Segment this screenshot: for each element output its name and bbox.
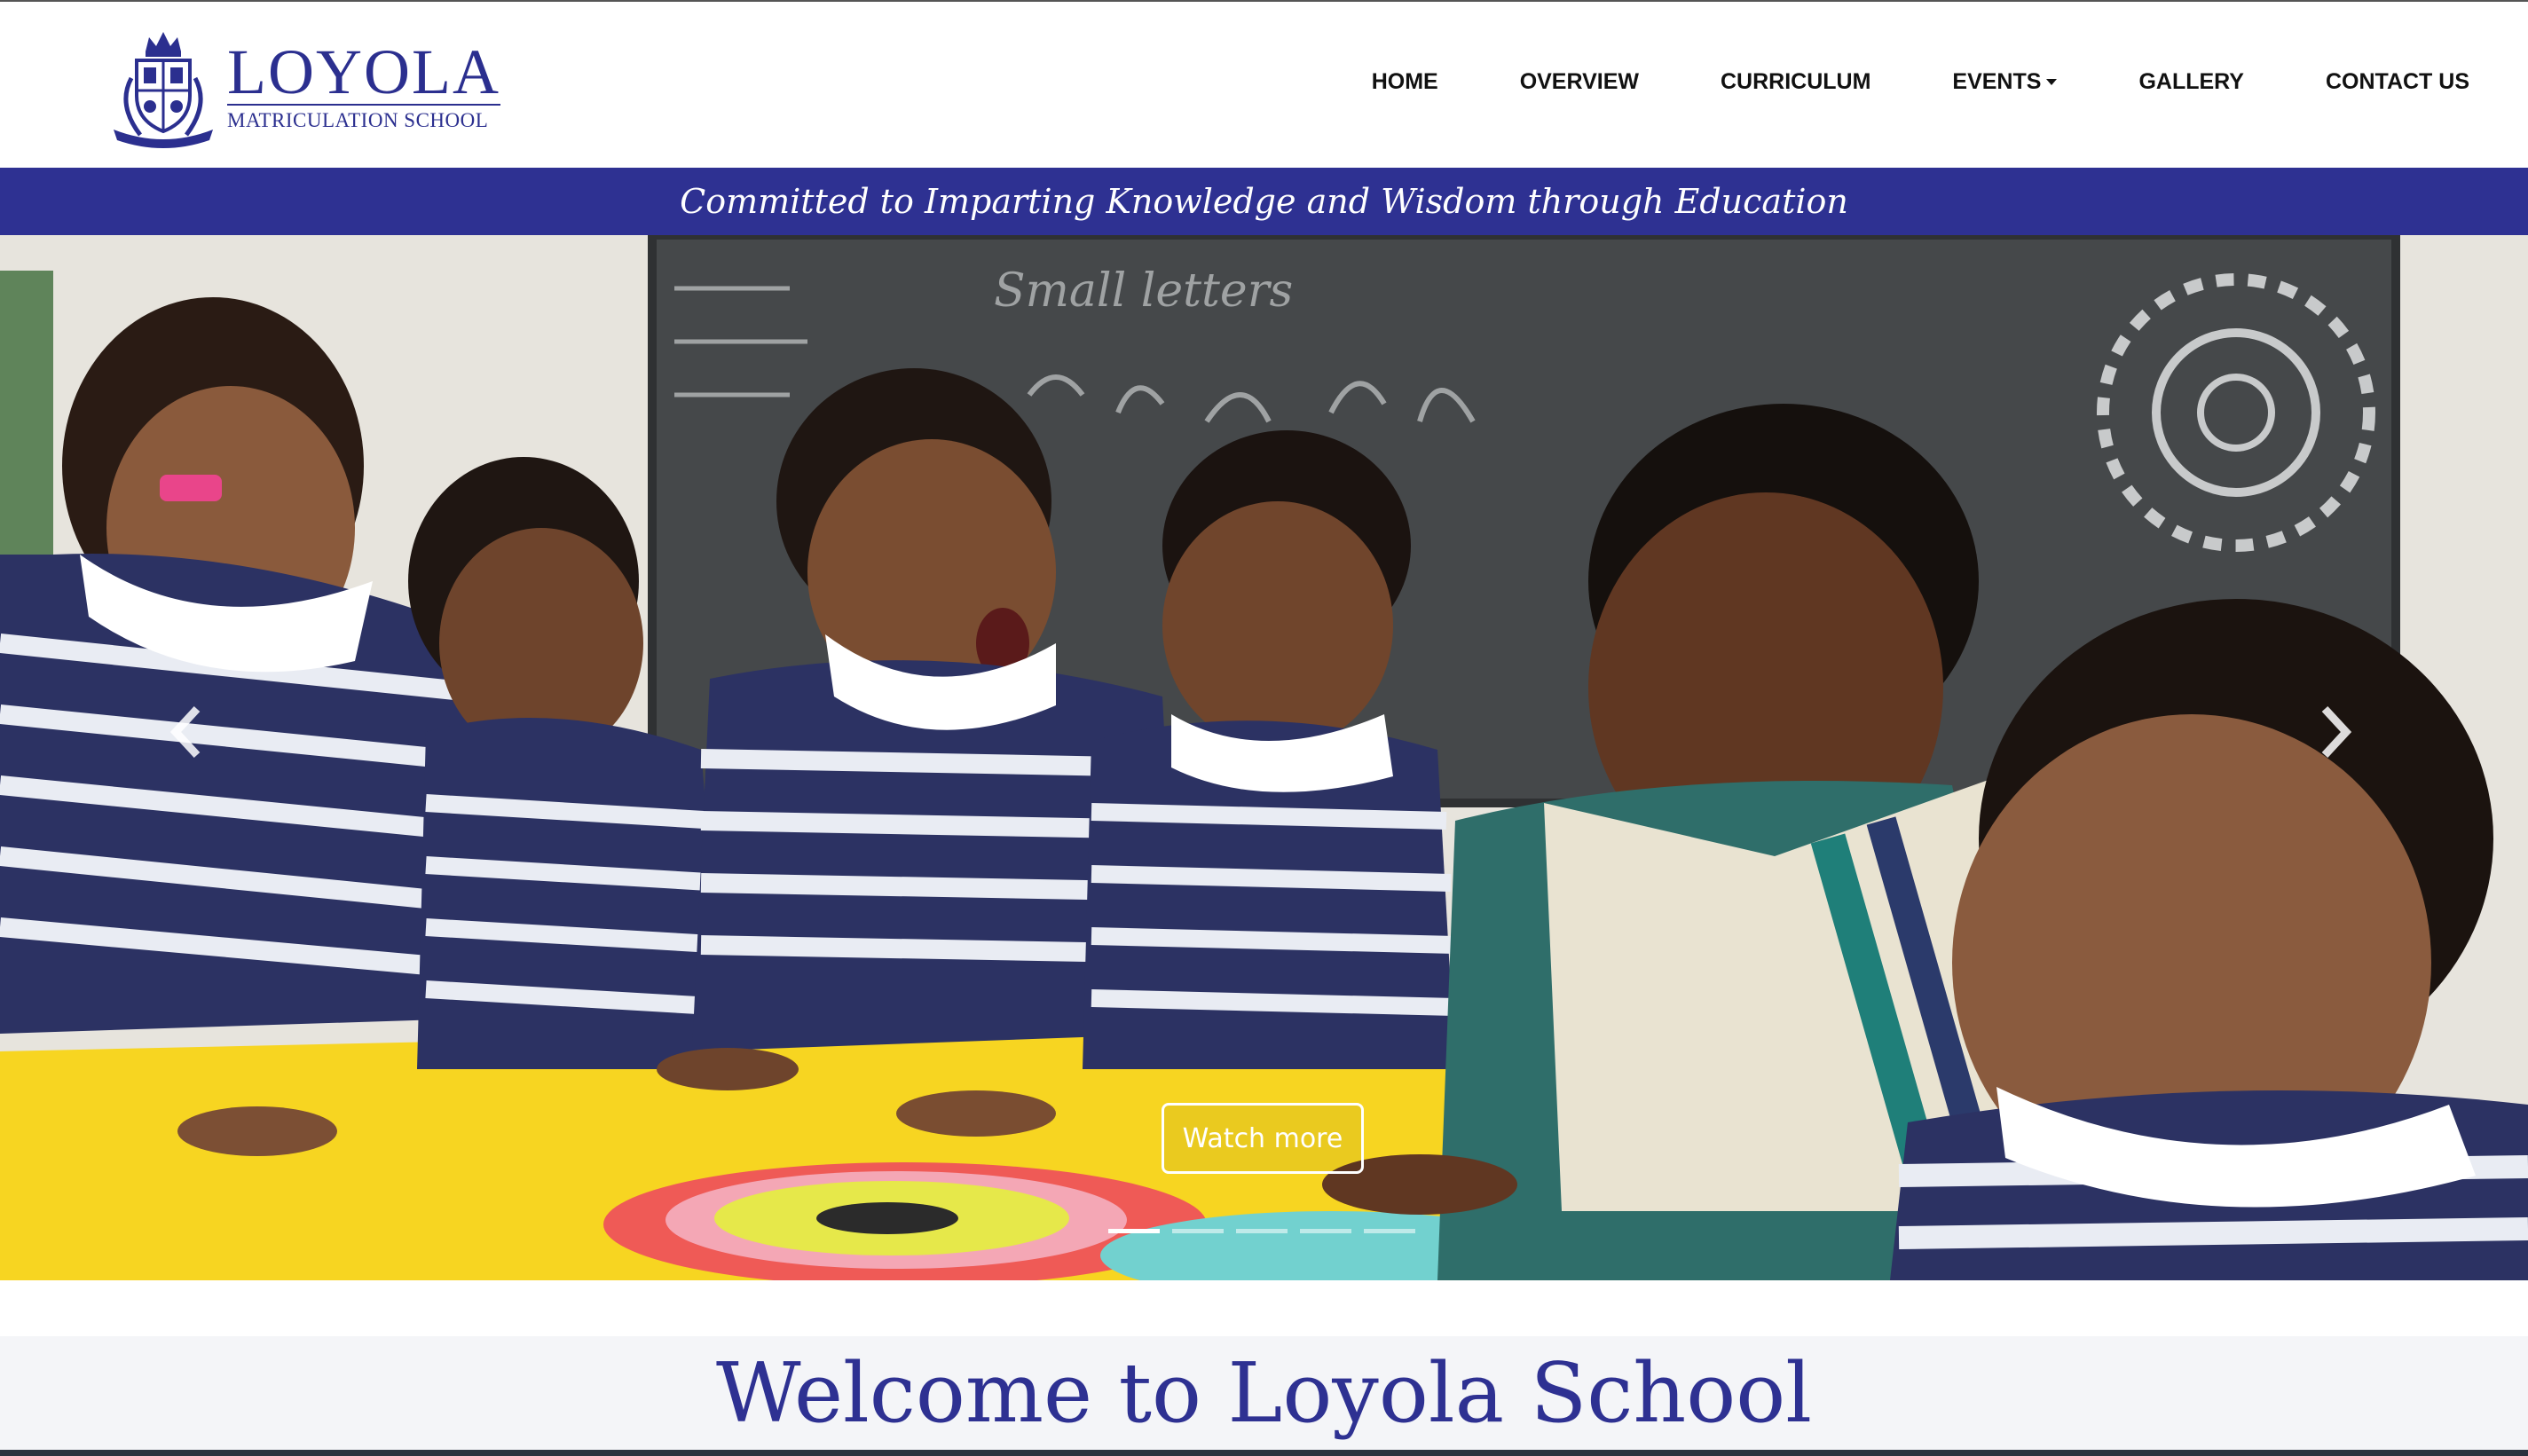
welcome-heading: Welcome to Loyola School	[715, 1345, 1813, 1441]
nav-item-gallery[interactable]: GALLERY	[2138, 69, 2244, 95]
carousel-indicator-2[interactable]	[1172, 1229, 1224, 1233]
logo-text: LOYOLA MATRICULATION SCHOOL	[227, 40, 500, 134]
carousel-next-button[interactable]	[2309, 697, 2362, 767]
nav-item-curriculum[interactable]: CURRICULUM	[1721, 69, 1870, 95]
site-header: LOYOLA MATRICULATION SCHOOL HOME OVERVIE…	[0, 0, 2528, 168]
blackboard-text: Small letters	[994, 264, 1293, 318]
nav-item-label: CONTACT US	[2325, 69, 2469, 94]
main-nav: HOME OVERVIEW CURRICULUM EVENTS GALLERY …	[1290, 69, 2469, 95]
nav-item-label: EVENTS	[1952, 69, 2042, 94]
carousel-indicator-4[interactable]	[1300, 1229, 1351, 1233]
carousel-prev-button[interactable]	[160, 697, 213, 767]
tagline-text: Committed to Imparting Knowledge and Wis…	[680, 182, 1848, 221]
welcome-section: Welcome to Loyola School	[0, 1336, 2528, 1450]
hero-carousel: Small letters Watch more	[0, 235, 2528, 1280]
school-crest-icon	[114, 32, 213, 148]
nav-item-events[interactable]: EVENTS	[1952, 69, 2058, 95]
nav-item-home[interactable]: HOME	[1372, 69, 1438, 95]
nav-item-label: HOME	[1371, 69, 1438, 94]
watch-more-button[interactable]: Watch more	[1162, 1103, 1364, 1174]
carousel-indicator-1[interactable]	[1108, 1229, 1160, 1233]
logo-name: LOYOLA	[227, 36, 500, 107]
nav-item-overview[interactable]: OVERVIEW	[1520, 69, 1639, 95]
nav-item-label: CURRICULUM	[1720, 69, 1871, 94]
caret-down-icon	[2046, 79, 2058, 85]
nav-item-label: GALLERY	[2138, 69, 2244, 94]
logo-subtitle: MATRICULATION SCHOOL	[227, 104, 500, 134]
carousel-indicator-3[interactable]	[1236, 1229, 1288, 1233]
next-section-edge	[0, 1450, 2528, 1456]
site-logo[interactable]: LOYOLA MATRICULATION SCHOOL	[105, 25, 500, 149]
nav-item-contact-us[interactable]: CONTACT US	[2326, 69, 2469, 95]
section-spacer	[0, 1280, 2528, 1336]
carousel-indicator-5[interactable]	[1364, 1229, 1415, 1233]
tagline-banner: Committed to Imparting Knowledge and Wis…	[0, 168, 2528, 235]
chevron-right-icon	[2321, 705, 2352, 759]
carousel-indicators	[1108, 1229, 1415, 1233]
chevron-left-icon	[169, 705, 201, 759]
nav-item-label: OVERVIEW	[1519, 69, 1639, 94]
